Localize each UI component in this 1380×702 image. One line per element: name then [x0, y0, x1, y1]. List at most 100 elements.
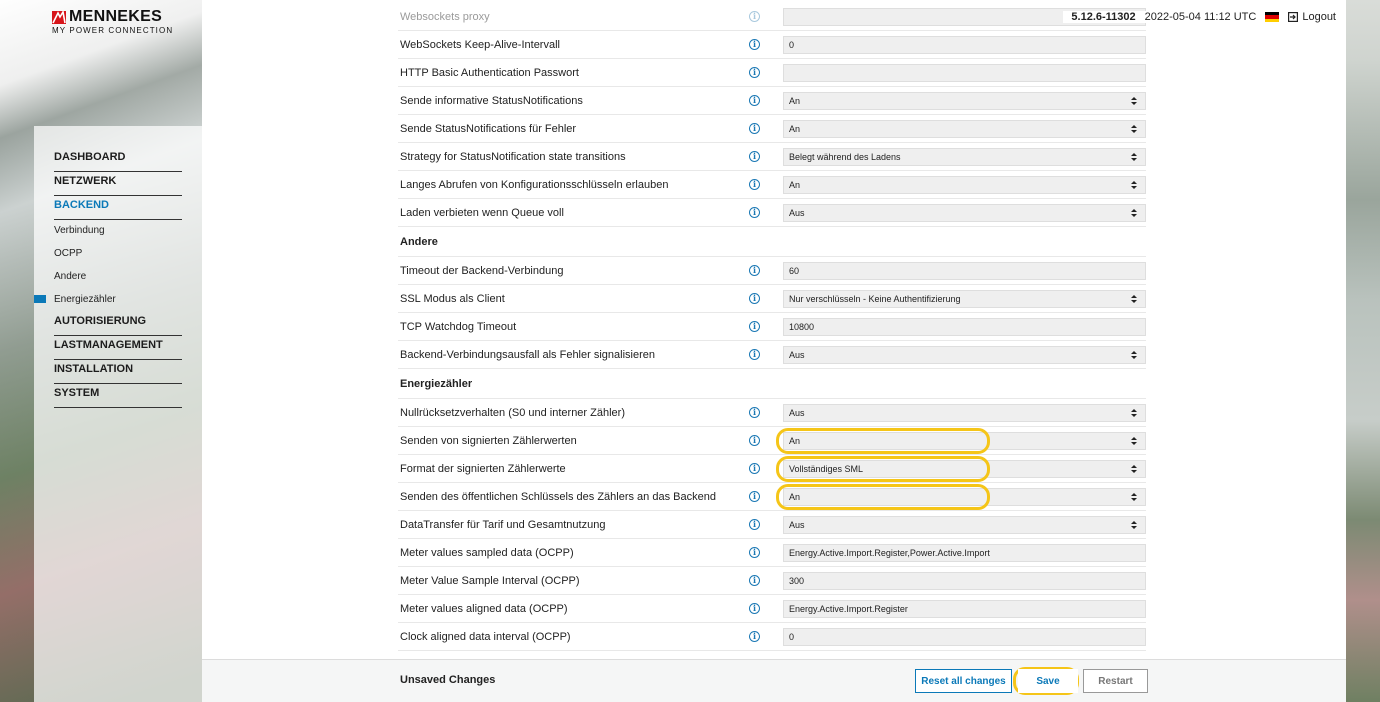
info-icon[interactable]: i [749, 207, 761, 218]
info-icon[interactable]: i [749, 631, 761, 642]
reset-all-changes-button[interactable]: Reset all changes [915, 669, 1012, 693]
setting-label: Sende StatusNotifications für Fehler [400, 122, 577, 135]
info-icon[interactable]: i [749, 265, 761, 276]
setting-label: Laden verbieten wenn Queue voll [400, 206, 564, 219]
sidebar: DASHBOARD NETZWERK BACKEND Verbindung OC… [34, 126, 202, 702]
sidebar-subitem-andere[interactable]: Andere [54, 266, 182, 289]
setting-label: Meter values aligned data (OCPP) [400, 602, 568, 615]
right-background-photo [1346, 0, 1380, 702]
section-heading-energiezaehler: Energiezähler [398, 369, 1146, 399]
info-icon[interactable]: i [749, 349, 761, 360]
backend-failure-as-error-select[interactable]: Aus [782, 345, 1146, 364]
brand-name: MENNEKES [69, 8, 163, 25]
tcp-watchdog-timeout-input[interactable]: 10800 [782, 317, 1146, 336]
meter-values-aligned-input[interactable]: Energy.Active.Import.Register [782, 599, 1146, 618]
clock-aligned-interval-input[interactable]: 0 [782, 627, 1146, 646]
zero-reset-behaviour-select[interactable]: Aus [782, 403, 1146, 422]
status-transition-strategy-select[interactable]: Belegt während des Ladens [782, 147, 1146, 166]
info-icon[interactable]: i [749, 519, 761, 530]
info-icon[interactable]: i [749, 407, 761, 418]
sidebar-item-lastmanagement[interactable]: LASTMANAGEMENT [54, 336, 182, 360]
backend-timeout-input[interactable]: 60 [782, 261, 1146, 280]
setting-label: Format der signierten Zählerwerte [400, 462, 566, 475]
setting-row: Clock aligned data interval (OCPP) i 0 [398, 623, 1146, 651]
setting-row: Sende informative StatusNotifications i … [398, 87, 1146, 115]
restart-button[interactable]: Restart [1083, 669, 1148, 693]
sidebar-item-installation[interactable]: INSTALLATION [54, 360, 182, 384]
setting-label: Backend-Verbindungsausfall als Fehler si… [400, 348, 655, 361]
logout-label: Logout [1302, 11, 1336, 23]
setting-row: Timeout der Backend-Verbindung i 60 [398, 257, 1146, 285]
setting-row: Websockets proxy i [398, 3, 1146, 31]
setting-row: WebSockets Keep-Alive-Intervall i 0 [398, 31, 1146, 59]
sidebar-subitem-ocpp[interactable]: OCPP [54, 243, 182, 266]
info-icon[interactable]: i [749, 547, 761, 558]
send-meter-public-key-select[interactable]: An [782, 487, 1146, 506]
setting-label: Clock aligned data interval (OCPP) [400, 630, 571, 643]
sidebar-item-dashboard[interactable]: DASHBOARD [54, 148, 182, 172]
setting-row: TCP Watchdog Timeout i 10800 [398, 313, 1146, 341]
unsaved-changes-label: Unsaved Changes [400, 674, 496, 686]
info-icon[interactable]: i [749, 179, 761, 190]
keepalive-interval-input[interactable]: 0 [782, 35, 1146, 54]
basic-auth-password-input[interactable] [782, 63, 1146, 82]
mennekes-logo-icon [52, 10, 66, 24]
setting-row: DataTransfer für Tarif und Gesamtnutzung… [398, 511, 1146, 539]
settings-list: Websockets proxy i WebSockets Keep-Alive… [398, 3, 1146, 651]
sidebar-nav: DASHBOARD NETZWERK BACKEND Verbindung OC… [34, 148, 182, 408]
setting-label: TCP Watchdog Timeout [400, 320, 517, 333]
meter-sample-interval-input[interactable]: 300 [782, 571, 1146, 590]
sidebar-item-autorisierung[interactable]: AUTORISIERUNG [54, 312, 182, 336]
info-icon[interactable]: i [749, 151, 761, 162]
datatransfer-tariff-select[interactable]: Aus [782, 515, 1146, 534]
setting-label: Senden des öffentlichen Schlüssels des Z… [400, 490, 716, 503]
info-icon[interactable]: i [749, 491, 761, 502]
meter-values-sampled-input[interactable]: Energy.Active.Import.Register,Power.Acti… [782, 543, 1146, 562]
info-icon[interactable]: i [749, 39, 761, 50]
info-icon[interactable]: i [749, 95, 761, 106]
setting-row: Sende StatusNotifications für Fehler i A… [398, 115, 1146, 143]
setting-label: HTTP Basic Authentication Passwort [400, 66, 579, 79]
setting-row: Backend-Verbindungsausfall als Fehler si… [398, 341, 1146, 369]
info-icon[interactable]: i [749, 575, 761, 586]
setting-row: Senden von signierten Zählerwerten i An [398, 427, 1146, 455]
info-icon[interactable]: i [749, 67, 761, 78]
ssl-mode-select[interactable]: Nur verschlüsseln - Keine Authentifizier… [782, 289, 1146, 308]
signed-meter-format-select[interactable]: Vollständiges SML [782, 459, 1146, 478]
setting-row: Nullrücksetzverhalten (S0 und interner Z… [398, 399, 1146, 427]
informative-statusnotifications-select[interactable]: An [782, 91, 1146, 110]
info-icon[interactable]: i [749, 435, 761, 446]
sidebar-item-system[interactable]: SYSTEM [54, 384, 182, 408]
sidebar-item-backend[interactable]: BACKEND [54, 196, 182, 220]
setting-label: Nullrücksetzverhalten (S0 und interner Z… [400, 406, 625, 419]
main-content: Websockets proxy i WebSockets Keep-Alive… [202, 0, 1346, 702]
info-icon[interactable]: i [749, 603, 761, 614]
firmware-version: 5.12.6-11302 [1071, 11, 1136, 23]
sidebar-subitem-energiezaehler[interactable]: Energiezähler [34, 289, 182, 312]
setting-label: DataTransfer für Tarif und Gesamtnutzung [400, 518, 606, 531]
info-icon[interactable]: i [749, 321, 761, 332]
setting-row: Format der signierten Zählerwerte i Voll… [398, 455, 1146, 483]
german-flag-icon[interactable] [1265, 12, 1280, 22]
setting-label: Meter Value Sample Interval (OCPP) [400, 574, 580, 587]
info-icon[interactable]: i [749, 293, 761, 304]
footer-bar: Unsaved Changes Reset all changes Save R… [202, 659, 1346, 702]
info-icon[interactable]: i [749, 463, 761, 474]
info-icon[interactable]: i [749, 123, 761, 134]
save-button[interactable]: Save [1018, 669, 1078, 693]
setting-row: HTTP Basic Authentication Passwort i [398, 59, 1146, 87]
setting-label: Senden von signierten Zählerwerten [400, 434, 577, 447]
brand-logo[interactable]: MENNEKES MY POWER CONNECTION [52, 8, 182, 35]
long-config-key-fetch-select[interactable]: An [782, 175, 1146, 194]
info-icon[interactable]: i [749, 11, 761, 22]
error-statusnotifications-select[interactable]: An [782, 119, 1146, 138]
setting-label: Websockets proxy [400, 10, 490, 23]
sidebar-subitem-verbindung[interactable]: Verbindung [54, 220, 182, 243]
logout-button[interactable]: Logout [1288, 11, 1336, 23]
setting-row: Meter values sampled data (OCPP) i Energ… [398, 539, 1146, 567]
sidebar-item-netzwerk[interactable]: NETZWERK [54, 172, 182, 196]
setting-label: Meter values sampled data (OCPP) [400, 546, 574, 559]
forbid-charging-queue-full-select[interactable]: Aus [782, 203, 1146, 222]
send-signed-meter-values-select[interactable]: An [782, 431, 1146, 450]
setting-label: WebSockets Keep-Alive-Intervall [400, 38, 560, 51]
